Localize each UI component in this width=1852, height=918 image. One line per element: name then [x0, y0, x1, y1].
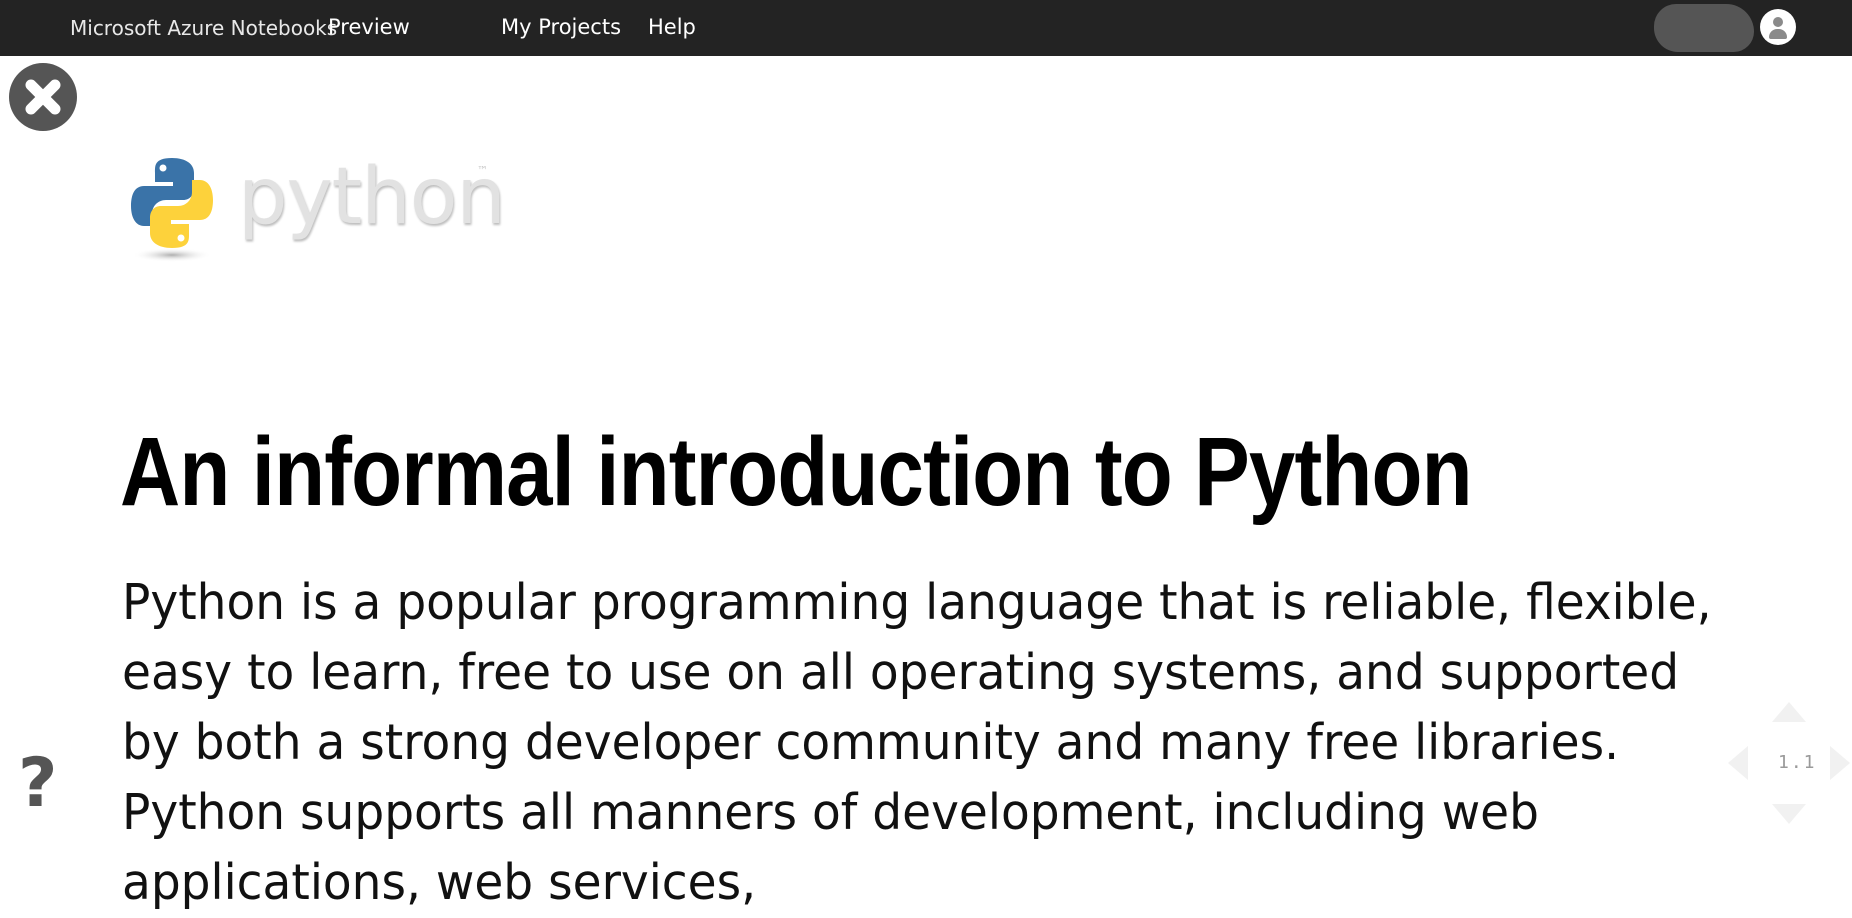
python-logo-text: python	[238, 152, 506, 242]
user-avatar-icon[interactable]	[1760, 9, 1796, 45]
slide-body-text: Python is a popular programming language…	[122, 574, 1712, 911]
preview-label: Preview	[328, 15, 410, 39]
avatar-torso	[1769, 29, 1787, 39]
nav-help[interactable]: Help	[648, 15, 696, 39]
redacted-username	[1654, 4, 1754, 52]
top-navigation-bar: Microsoft Azure Notebooks Preview My Pro…	[0, 0, 1852, 56]
trademark-mark: ™	[477, 164, 488, 177]
close-icon[interactable]	[9, 63, 77, 131]
avatar-head	[1773, 17, 1783, 27]
slide-number: 1.1	[1778, 752, 1817, 773]
slide-title: An informal introduction to Python	[120, 417, 1473, 526]
help-question-icon[interactable]: ?	[18, 744, 57, 823]
brand-link[interactable]: Microsoft Azure Notebooks	[70, 16, 337, 40]
nav-my-projects[interactable]: My Projects	[501, 15, 621, 39]
